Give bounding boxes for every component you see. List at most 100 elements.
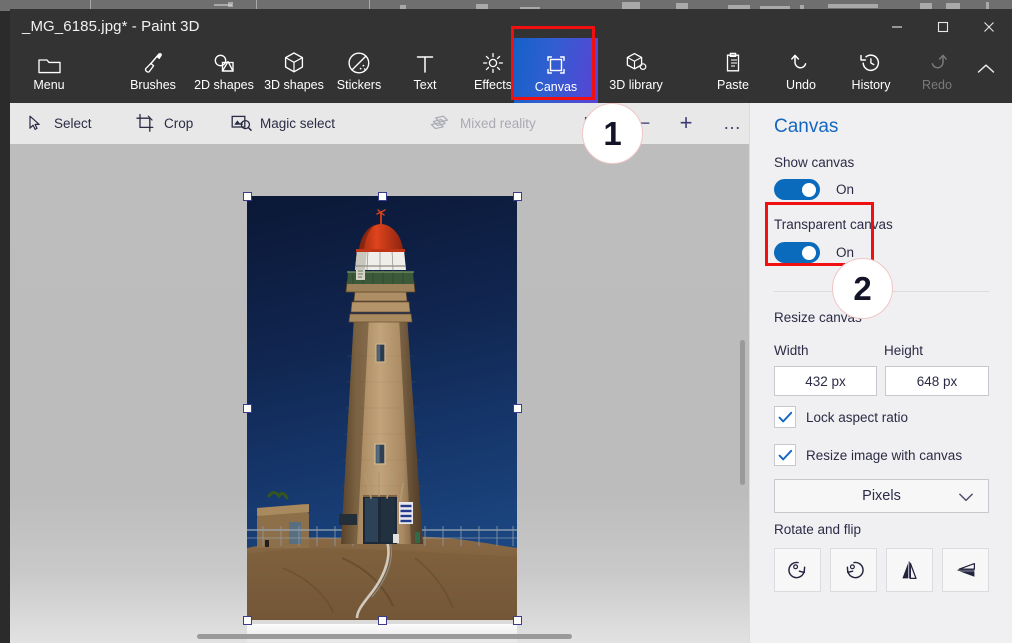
horizontal-scrollbar[interactable] xyxy=(10,629,749,643)
main-window: _MG_6185.jpg* - Paint 3D xyxy=(10,9,1012,643)
transparent-canvas-state: On xyxy=(836,245,854,260)
ribbon-label: 3D shapes xyxy=(264,78,324,92)
selection-handle-bottom-center[interactable] xyxy=(378,616,387,625)
brush-icon xyxy=(142,47,164,75)
ribbon-label: Menu xyxy=(33,78,64,92)
selection-handle-top-center[interactable] xyxy=(378,192,387,201)
height-input[interactable]: 648 px xyxy=(885,366,989,396)
selection-handle-top-left[interactable] xyxy=(243,192,252,201)
flip-vertical-button[interactable] xyxy=(942,548,989,592)
paint3d-window: _MG_6185.jpg* - Paint 3D xyxy=(0,0,1012,643)
canvas-icon xyxy=(544,49,568,77)
ribbon-item-paste[interactable]: Paste xyxy=(700,38,766,100)
selection-handle-middle-left[interactable] xyxy=(243,404,252,413)
lock-aspect-ratio-row[interactable]: Lock aspect ratio xyxy=(774,406,908,428)
maximize-icon xyxy=(937,21,949,33)
selection-handle-bottom-right[interactable] xyxy=(513,616,522,625)
canvas-work-area[interactable] xyxy=(10,144,749,643)
rotate-right-button[interactable] xyxy=(830,548,877,592)
crop-icon xyxy=(134,112,156,134)
ribbon-label: 2D shapes xyxy=(194,78,254,92)
ribbon-item-menu[interactable]: Menu xyxy=(18,38,80,100)
ribbon-label: Effects xyxy=(474,78,512,92)
minimize-icon xyxy=(891,21,903,33)
ribbon-item-3d-library[interactable]: 3D library xyxy=(598,38,674,100)
resize-image-with-canvas-label: Resize image with canvas xyxy=(806,448,962,463)
transparent-canvas-label: Transparent canvas xyxy=(774,217,893,232)
ribbon-item-3d-shapes[interactable]: 3D shapes xyxy=(258,38,330,100)
3d-shapes-icon xyxy=(283,47,305,75)
plus-icon: + xyxy=(675,112,697,134)
flip-horizontal-icon xyxy=(897,557,923,583)
transparent-canvas-toggle[interactable] xyxy=(774,242,820,263)
effects-icon xyxy=(481,47,505,75)
redo-icon xyxy=(925,47,949,75)
ribbon-item-text[interactable]: Text xyxy=(394,38,456,100)
ribbon-item-redo: Redo xyxy=(906,38,968,100)
cursor-arrow-icon xyxy=(24,112,46,134)
magic-select-icon xyxy=(230,112,252,134)
ribbon-toolbar: Menu Brushes xyxy=(10,34,1012,103)
ribbon-item-undo[interactable]: Undo xyxy=(768,38,834,100)
selection-handle-bottom-left[interactable] xyxy=(243,616,252,625)
chevron-down-icon xyxy=(958,491,974,507)
canvas-panel: Canvas Show canvas On Transparent canvas… xyxy=(749,103,1012,643)
crop-tool-label: Crop xyxy=(164,116,193,131)
panel-title: Canvas xyxy=(774,116,838,138)
ribbon-item-history[interactable]: History xyxy=(836,38,906,100)
resize-image-with-canvas-checkbox[interactable] xyxy=(774,444,796,466)
rotate-and-flip-label: Rotate and flip xyxy=(774,522,861,537)
ellipsis-icon: … xyxy=(721,112,743,134)
ribbon-label: History xyxy=(852,78,891,92)
paste-icon xyxy=(722,47,744,75)
ribbon-label: 3D library xyxy=(609,78,663,92)
horizontal-scrollbar-thumb[interactable] xyxy=(197,634,572,639)
crop-tool-button[interactable]: Crop xyxy=(134,103,193,143)
show-canvas-toggle[interactable] xyxy=(774,179,820,200)
ribbon-item-brushes[interactable]: Brushes xyxy=(120,38,186,100)
mixed-reality-button: Mixed reality xyxy=(430,103,536,143)
selection-handle-middle-right[interactable] xyxy=(513,404,522,413)
rotate-left-button[interactable] xyxy=(774,548,821,592)
collapse-ribbon-button[interactable] xyxy=(964,38,1008,100)
selection-handle-top-right[interactable] xyxy=(513,192,522,201)
flip-horizontal-button[interactable] xyxy=(886,548,933,592)
toggle-knob xyxy=(802,183,816,197)
rotate-left-icon xyxy=(785,557,811,583)
vertical-scrollbar[interactable] xyxy=(735,144,749,643)
3d-library-icon xyxy=(624,47,648,75)
ribbon-label: Stickers xyxy=(337,78,381,92)
stickers-icon xyxy=(347,47,371,75)
mixed-reality-label: Mixed reality xyxy=(460,116,536,131)
resize-image-with-canvas-row[interactable]: Resize image with canvas xyxy=(774,444,962,466)
ribbon-item-2d-shapes[interactable]: 2D shapes xyxy=(186,38,262,100)
history-icon xyxy=(859,47,883,75)
step-badge-1: 1 xyxy=(582,103,643,164)
width-label: Width xyxy=(774,343,809,358)
ribbon-label: Brushes xyxy=(130,78,176,92)
artboard[interactable] xyxy=(239,188,524,628)
lock-aspect-ratio-label: Lock aspect ratio xyxy=(806,410,908,425)
flip-vertical-icon xyxy=(953,557,979,583)
width-input[interactable]: 432 px xyxy=(774,366,877,396)
zoom-in-button[interactable]: + xyxy=(670,103,702,143)
magic-select-button[interactable]: Magic select xyxy=(230,103,335,143)
mixed-reality-icon xyxy=(430,112,452,134)
units-dropdown[interactable]: Pixels xyxy=(774,479,989,513)
lighthouse-photo[interactable] xyxy=(247,196,517,620)
check-icon xyxy=(778,449,793,462)
ribbon-item-stickers[interactable]: Stickers xyxy=(328,38,390,100)
select-tool-button[interactable]: Select xyxy=(24,103,92,143)
select-tool-label: Select xyxy=(54,116,92,131)
ribbon-label: Paste xyxy=(717,78,749,92)
lock-aspect-ratio-checkbox[interactable] xyxy=(774,406,796,428)
magic-select-label: Magic select xyxy=(260,116,335,131)
more-options-button[interactable]: … xyxy=(716,103,748,143)
ribbon-item-canvas[interactable]: Canvas xyxy=(514,38,598,104)
vertical-scrollbar-thumb[interactable] xyxy=(740,340,745,485)
units-dropdown-value: Pixels xyxy=(862,488,901,504)
toggle-knob xyxy=(802,246,816,260)
show-canvas-label: Show canvas xyxy=(774,155,854,170)
rotate-right-icon xyxy=(841,557,867,583)
show-canvas-state: On xyxy=(836,182,854,197)
